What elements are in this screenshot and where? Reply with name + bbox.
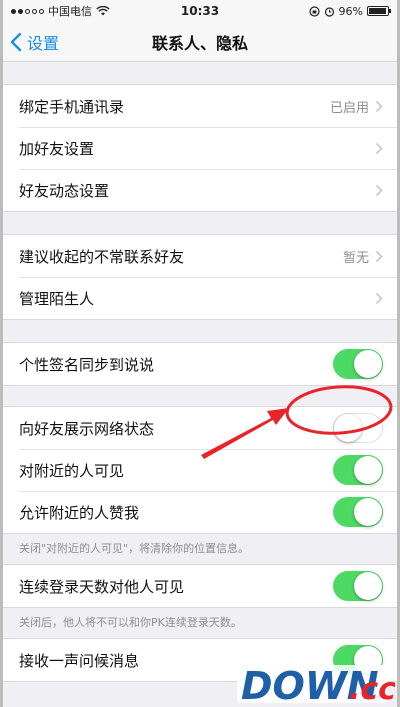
row-add-friend-settings[interactable]: 加好友设置: [3, 127, 397, 169]
receive-greetings-toggle[interactable]: [333, 645, 383, 675]
chevron-right-icon: [375, 184, 383, 196]
page-title: 联系人、隐私: [151, 33, 248, 53]
row-show-network-status: 向好友展示网络状态: [3, 407, 397, 449]
row-login-days-visible: 连续登录天数对他人可见: [3, 565, 397, 607]
login-days-visible-toggle[interactable]: [333, 571, 383, 601]
row-label: 建议收起的不常联系好友: [19, 247, 185, 266]
chevron-right-icon: [375, 100, 383, 112]
row-label: 连续登录天数对他人可见: [19, 577, 185, 596]
chevron-left-icon: [10, 32, 22, 51]
row-receive-greetings: 接收一声问候消息: [3, 639, 397, 681]
row-label: 管理陌生人: [19, 289, 95, 308]
row-label: 对附近的人可见: [19, 461, 125, 480]
settings-group-greetings: 接收一声问候消息: [3, 638, 397, 682]
row-sync-signature: 个性签名同步到说说: [3, 343, 397, 385]
sync-signature-toggle[interactable]: [333, 349, 383, 379]
row-manage-strangers[interactable]: 管理陌生人: [3, 277, 397, 319]
chevron-right-icon: [375, 250, 383, 262]
row-value: 已启用: [329, 100, 369, 116]
row-friend-feed-settings[interactable]: 好友动态设置: [3, 169, 397, 211]
row-label: 允许附近的人赞我: [19, 503, 140, 522]
row-value: 暂无: [342, 250, 369, 266]
row-label: 加好友设置: [19, 139, 95, 158]
navigation-bar: 设置 联系人、隐私: [3, 22, 397, 62]
settings-group-visibility: 向好友展示网络状态 对附近的人可见 允许附近的人赞我: [3, 406, 397, 534]
settings-group-login-days: 连续登录天数对他人可见: [3, 564, 397, 608]
battery-icon: [367, 6, 391, 16]
row-label: 绑定手机通讯录: [19, 97, 125, 116]
back-button[interactable]: 设置: [3, 30, 59, 54]
chevron-right-icon: [375, 142, 383, 154]
visibility-note: 关闭"对附近的人可见"，将清除你的位置信息。: [19, 542, 250, 555]
settings-group-friends: 建议收起的不常联系好友 暂无 管理陌生人: [3, 234, 397, 320]
show-network-status-toggle[interactable]: [333, 413, 383, 443]
back-label: 设置: [27, 33, 60, 53]
row-bind-contacts[interactable]: 绑定手机通讯录 已启用: [3, 85, 397, 127]
row-label: 向好友展示网络状态: [19, 419, 155, 438]
login-days-note: 关闭后，他人将不可以和你PK连续登录天数。: [19, 616, 242, 629]
visible-to-nearby-toggle[interactable]: [333, 455, 383, 485]
settings-group-signature: 个性签名同步到说说: [3, 342, 397, 386]
row-label: 好友动态设置: [19, 181, 110, 200]
status-bar: 中国电信 10:33 96%: [3, 0, 397, 22]
status-time: 10:33: [180, 4, 220, 18]
row-allow-nearby-likes: 允许附近的人赞我: [3, 491, 397, 533]
allow-nearby-likes-toggle[interactable]: [333, 497, 383, 527]
row-visible-to-nearby: 对附近的人可见: [3, 449, 397, 491]
chevron-right-icon: [375, 292, 383, 304]
row-label: 接收一声问候消息: [19, 651, 140, 670]
phone-screen: 中国电信 10:33 96% 设置 联系人、隐私 绑定手机通讯录 已启用 加好友…: [3, 0, 397, 707]
row-label: 个性签名同步到说说: [19, 355, 155, 374]
settings-group-contacts: 绑定手机通讯录 已启用 加好友设置 好友动态设置: [3, 84, 397, 212]
row-inactive-friends[interactable]: 建议收起的不常联系好友 暂无: [3, 235, 397, 277]
